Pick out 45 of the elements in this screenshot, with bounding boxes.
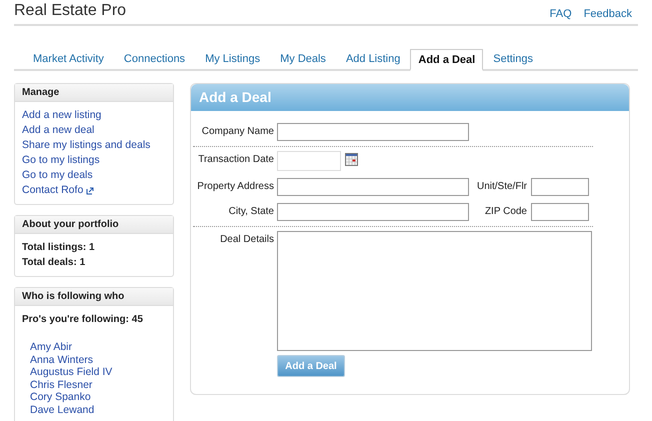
person-link[interactable]: Augustus Field IV [30,366,166,378]
field-label: Property Address [196,180,274,192]
sidebar-link[interactable]: Share my listings and deals [22,138,150,153]
header-link[interactable]: Feedback [584,8,632,20]
text-field[interactable] [531,203,589,221]
field-label: Transaction Date [197,153,274,165]
header-link[interactable]: FAQ [550,8,572,20]
panel-header: About your portfolio [15,216,173,234]
person-link[interactable]: Cory Spanko [30,391,166,404]
panel-header: Who is following who [15,288,173,306]
site-title: Real Estate Pro [14,2,126,20]
sidebar-link[interactable]: Go to my deals [22,168,93,183]
sidebar-link[interactable]: Contact Rofo [22,183,84,198]
text-field[interactable] [531,178,589,196]
text-field[interactable] [277,123,469,141]
nav-tab[interactable]: Add Listing [336,53,410,69]
form-title-bar: Add a Deal [191,84,629,111]
date-field[interactable] [277,151,341,171]
nav-tab[interactable]: Connections [114,53,196,69]
field-label: City, State [228,205,274,217]
text-area[interactable] [277,231,592,351]
nav-tab[interactable]: My Deals [270,53,336,69]
person-link[interactable]: Anna Winters [30,354,166,366]
stat-text: Total deals: 1 [22,256,86,270]
calendar-icon[interactable] [345,153,358,166]
field-label: Company Name [200,125,274,137]
nav-tab[interactable]: My Listings [195,53,270,69]
person-link[interactable]: Amy Abir [30,341,166,354]
person-link[interactable]: Dave Lewand [30,404,166,416]
nav-tab[interactable]: Market Activity [23,53,114,69]
field-label: Deal Details [219,233,274,245]
field-label: Unit/Ste/Flr [476,180,527,192]
following-count: Pro's you're following: 45 [22,313,144,327]
nav-tab[interactable]: Settings [483,53,543,69]
stat-text: Total listings: 1 [22,241,96,255]
sidebar-link[interactable]: Add a new listing [22,108,102,123]
external-link-icon [86,186,94,194]
sidebar-link[interactable]: Add a new deal [22,123,94,138]
panel-header: Manage [15,84,173,102]
field-label: ZIP Code [484,205,527,217]
sidebar-link[interactable]: Go to my listings [22,153,100,168]
person-link[interactable]: Chris Flesner [30,378,166,391]
nav-tab[interactable]: Add a Deal [410,49,484,71]
text-field[interactable] [277,178,469,196]
text-field[interactable] [277,203,469,221]
